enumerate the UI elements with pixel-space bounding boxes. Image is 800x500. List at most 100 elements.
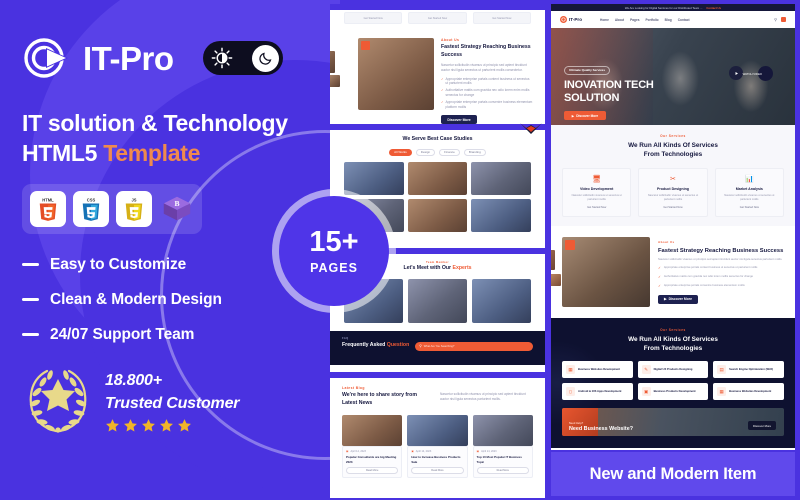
- service-button[interactable]: Get Started Now: [568, 206, 625, 209]
- service-button[interactable]: Get Started Now: [644, 206, 701, 209]
- case-thumb[interactable]: [407, 161, 468, 195]
- hero-cta-button[interactable]: ▶ Discover More: [564, 111, 606, 121]
- mock-heading: We're here to share story from Latest Ne…: [342, 392, 417, 406]
- decor-red-mark: [519, 122, 543, 136]
- filter-chip-all[interactable]: All Works: [389, 148, 412, 156]
- mockup-about-strategy[interactable]: Get Started Now Get Started Now Get Star…: [330, 4, 545, 128]
- trusted-count: 18.800+: [105, 372, 162, 389]
- bottom-banner-text: New and Modern Item: [589, 464, 757, 483]
- service-card-list: 🖥 Video Development Nascetur sollicitudi…: [562, 167, 784, 217]
- dark-service-item[interactable]: ▯ Android & iOS Apps Development: [562, 383, 633, 401]
- news-title: Popular Consultants are big Meeting 2023: [346, 455, 397, 464]
- menu-icon[interactable]: [781, 17, 786, 22]
- search-doc-icon: ▤: [717, 365, 727, 375]
- case-thumb[interactable]: [471, 161, 532, 195]
- filter-chip-finance[interactable]: Finance: [439, 148, 460, 156]
- search-icon[interactable]: ⚲: [774, 17, 777, 22]
- bottom-banner: New and Modern Item: [551, 452, 795, 496]
- about-discover-button[interactable]: ▶ Discover More: [658, 294, 698, 304]
- announcement-link[interactable]: Contact Us: [706, 6, 721, 10]
- check-icon: ✓: [658, 275, 661, 280]
- headline-line-2: HTML5 Template: [22, 138, 340, 168]
- services-heading-1: We Run All Kinds Of Services: [628, 142, 718, 149]
- play-small-icon: ▶: [571, 113, 575, 118]
- right-mockup-homepage[interactable]: We Are Looking for Digital Services for …: [551, 4, 795, 450]
- nav-item-home[interactable]: Home: [600, 18, 609, 22]
- news-card[interactable]: ▣ April 14, 2023 Top 10 Most Popular IT B…: [472, 414, 533, 479]
- dark-service-title: Android & iOS Apps Development: [578, 389, 622, 393]
- news-card[interactable]: ▣ April 14, 2023 How to Increase Business…: [407, 414, 468, 479]
- news-read-more-button[interactable]: Read More: [346, 467, 399, 475]
- pen-icon: ✎: [641, 365, 651, 375]
- feature-label: Clean & Modern Design: [50, 290, 222, 308]
- team-member-photo[interactable]: [472, 278, 531, 323]
- service-card[interactable]: 🖥 Video Development Nascetur sollicitudi…: [562, 167, 632, 217]
- feature-item: 24/07 Support Team: [22, 326, 340, 344]
- mock-tag: About Us: [441, 38, 460, 42]
- services-heading-2: From Technologies: [643, 151, 703, 159]
- mock-heading: We Serve Best Case Studies: [402, 136, 473, 142]
- brand-row: IT-Pro: [22, 34, 340, 82]
- mock-hero: Ultimate Quality Services INOVATION TECH…: [551, 28, 795, 125]
- star-icon: [160, 419, 173, 432]
- faq-search-input[interactable]: ⚲ What Are You Searching?: [415, 341, 533, 351]
- dark-service-item[interactable]: ▣ Business Products Development: [637, 383, 709, 401]
- cta-button[interactable]: Discover More: [747, 421, 776, 431]
- mock-discover-button[interactable]: Discover More: [441, 115, 477, 125]
- news-read-more-button[interactable]: Read More: [411, 467, 464, 475]
- faq-search-placeholder: What Are You Searching?: [423, 344, 455, 348]
- nav-item-pages[interactable]: Pages: [630, 18, 639, 22]
- news-read-more-button[interactable]: Read More: [476, 467, 529, 475]
- headline-prefix: HTML5: [22, 140, 104, 167]
- trusted-label: Trusted Customer: [105, 394, 240, 412]
- dark-service-item[interactable]: ▦ Business Websites Development: [562, 361, 633, 379]
- filter-chip-design[interactable]: Design: [415, 148, 436, 156]
- dark-service-item[interactable]: ▤ Search Engine Optimization (SEO): [713, 361, 784, 379]
- nav-item-contact[interactable]: Contact: [678, 18, 690, 22]
- star-icon: [142, 419, 155, 432]
- case-thumb[interactable]: [407, 198, 468, 232]
- faq-heading: Frequently Asked Question: [342, 342, 409, 350]
- dash-icon: [22, 298, 39, 302]
- about-heading: Fastest Strategy Reaching Business Succe…: [658, 247, 784, 254]
- pages-label: PAGES: [310, 260, 358, 275]
- about-desc: Nascetur sollicitudin vivamus ut princip…: [658, 257, 783, 261]
- monitor-icon: 🖥: [592, 175, 602, 183]
- dark-service-title: Business Websites Development: [578, 367, 621, 371]
- mock-tag: Latest Blog: [342, 386, 365, 390]
- case-thumb[interactable]: [471, 198, 532, 232]
- feature-item: Clean & Modern Design: [22, 291, 340, 309]
- mock-brand[interactable]: IT-Pro: [560, 16, 582, 23]
- mock-about-section: About Us Fastest Strategy Reaching Busin…: [551, 225, 795, 318]
- dark-service-item[interactable]: ✎ Digital UX Products Designing: [637, 361, 709, 379]
- theme-mode-toggle[interactable]: [202, 41, 283, 75]
- nav-item-about[interactable]: About: [615, 18, 624, 22]
- svg-text:HTML: HTML: [42, 197, 54, 202]
- scissors-icon: ✂: [670, 175, 676, 183]
- service-card[interactable]: 📊 Market Analysis Nascetur sollicitudin …: [714, 167, 784, 217]
- mock-heading-accent: Experts: [452, 265, 472, 271]
- mock-cta-banner[interactable]: Need Help? Need Business Website? Discov…: [562, 408, 784, 437]
- mock-card-btn: Get Started Now: [492, 16, 512, 20]
- play-icon[interactable]: [729, 66, 743, 80]
- hero-watch-video-label: WATCH VIDEO: [742, 72, 762, 76]
- nav-item-portfolio[interactable]: Portfolio: [646, 18, 659, 22]
- about-mini-image: [551, 272, 562, 287]
- mockup-latest-news[interactable]: Latest Blog We're here to share story fr…: [330, 372, 545, 498]
- news-card[interactable]: ▣ April 14, 2023 Popular Consultants are …: [342, 414, 403, 479]
- dark-service-item[interactable]: ▦ Business Websites Development: [713, 383, 784, 401]
- svg-text:CSS: CSS: [87, 197, 96, 202]
- laurel-wreath-star-icon: [22, 361, 94, 441]
- case-thumb[interactable]: [344, 161, 404, 195]
- announcement-text: We Are Looking for Digital Services for …: [624, 5, 703, 10]
- moon-icon[interactable]: [251, 44, 279, 72]
- service-button[interactable]: Get Started Now: [721, 206, 778, 209]
- javascript-icon: JS: [116, 190, 152, 227]
- filter-chip-branding[interactable]: Branding: [463, 148, 486, 156]
- headline-accent: Template: [103, 140, 201, 167]
- mock-bullet: Appropriate enterprise portals convenire…: [445, 100, 533, 110]
- service-card[interactable]: ✂ Product Designing Nascetur sollicitudi…: [638, 167, 708, 217]
- hero-badge: Ultimate Quality Services: [564, 65, 611, 75]
- nav-item-blog[interactable]: Blog: [665, 18, 672, 22]
- team-member-photo[interactable]: [408, 278, 467, 323]
